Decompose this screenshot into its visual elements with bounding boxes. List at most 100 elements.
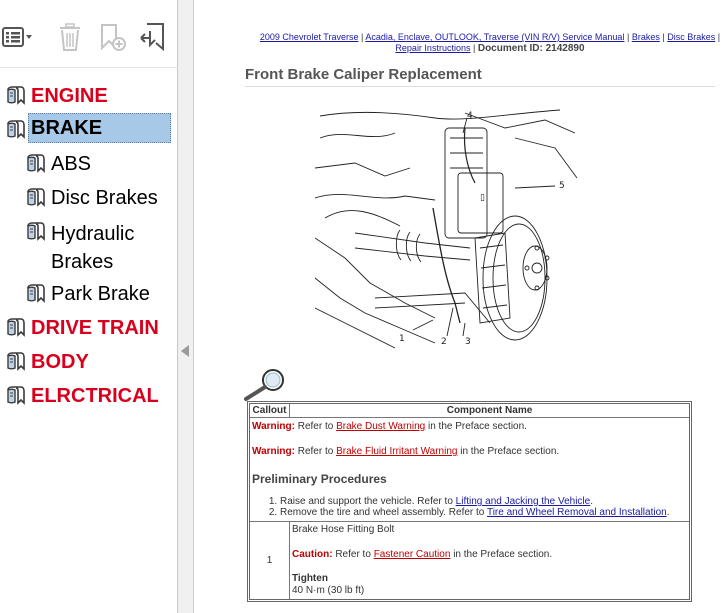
caution-label: Caution:: [292, 549, 333, 560]
trash-icon: [57, 22, 83, 57]
warning-label: Warning:: [252, 446, 295, 457]
bookmark-label-line2: Brakes: [51, 251, 114, 273]
warning-text: in the Preface section.: [428, 421, 527, 432]
new-bookmark-button[interactable]: [94, 22, 130, 56]
callout-4: 4: [467, 111, 473, 121]
crumb-separator: |: [360, 32, 364, 42]
caution-line: Caution: Refer to Fastener Caution in th…: [292, 549, 686, 561]
table-header-row: Callout Component Name: [250, 404, 689, 418]
bookmark-label: BRAKE: [31, 116, 103, 139]
step-text: Remove the tire and wheel assembly. Refe…: [280, 507, 485, 518]
bookmark-label: Park Brake: [51, 282, 150, 305]
table-row: 1 Brake Hose Fitting Bolt Caution: Refer…: [250, 522, 689, 599]
bookmark-icon: [5, 120, 25, 140]
step-end: .: [590, 496, 593, 507]
bookmark-icon: [5, 86, 25, 106]
crumb-manual-link[interactable]: Acadia, Enclave, OUTLOOK, Traverse (VIN …: [365, 32, 624, 42]
bookmark-icon: [25, 154, 45, 174]
column-header-callout: Callout: [250, 404, 290, 417]
list-item: Raise and support the vehicle. Refer to …: [280, 496, 686, 507]
collapse-arrow-icon[interactable]: [181, 345, 189, 357]
crumb-separator: |: [626, 32, 630, 42]
preliminary-heading: Preliminary Procedures: [252, 472, 387, 486]
options-list-icon: [1, 25, 35, 54]
warning-brake-fluid: Warning: Refer to Brake Fluid Irritant W…: [252, 446, 686, 458]
bookmarks-panel: ENGINE BRAKE ABS Disc Brakes Hydraulic B…: [0, 0, 178, 613]
preliminary-steps: Raise and support the vehicle. Refer to …: [280, 496, 686, 518]
bookmark-icon: [5, 386, 25, 406]
bookmark-brake-icon-cell: [0, 115, 28, 145]
bookmark-label-line1: Hydraulic: [51, 223, 135, 245]
tighten-value: 40 N·m (30 lb ft): [292, 585, 365, 596]
crumb-repair-link[interactable]: Repair Instructions: [395, 43, 470, 53]
column-header-component: Component Name: [446, 405, 533, 416]
bookmark-add-icon: [97, 22, 127, 57]
bookmark-engine[interactable]: ENGINE: [0, 81, 178, 111]
warning-label: Warning:: [252, 421, 295, 432]
svg-text:▯: ▯: [480, 193, 485, 203]
callout-5: 5: [559, 181, 565, 191]
document-page: 2009 Chevrolet Traverse | Acadia, Enclav…: [195, 0, 725, 613]
bookmark-label: ELRCTRICAL: [31, 384, 159, 407]
title-divider: [245, 86, 715, 87]
bookmark-icon: [25, 222, 45, 242]
crumb-brakes-link[interactable]: Brakes: [632, 32, 660, 42]
bookmark-icon: [25, 284, 45, 304]
bookmark-brake[interactable]: BRAKE: [28, 113, 171, 143]
component-cell: Brake Hose Fitting Bolt Caution: Refer t…: [290, 522, 689, 599]
bookmark-label: ABS: [51, 152, 92, 175]
zoom-image-button[interactable]: [243, 368, 287, 402]
breadcrumb: 2009 Chevrolet Traverse | Acadia, Enclav…: [255, 32, 725, 54]
crumb-vehicle-link[interactable]: 2009 Chevrolet Traverse: [260, 32, 359, 42]
preliminary-cell: Warning: Refer to Brake Dust Warning in …: [250, 418, 689, 522]
bookmark-label: Hydraulic Brakes: [51, 220, 134, 276]
bookmark-disc-brakes[interactable]: Disc Brakes: [0, 183, 178, 213]
brake-fluid-warning-link[interactable]: Brake Fluid Irritant Warning: [336, 446, 457, 457]
caution-text: Refer to: [335, 549, 371, 560]
bookmark-hydraulic-brakes[interactable]: Hydraulic Brakes: [0, 217, 178, 275]
bookmark-abs[interactable]: ABS: [0, 149, 178, 179]
lifting-jacking-link[interactable]: Lifting and Jacking the Vehicle: [456, 496, 591, 507]
tighten-label: Tighten: [292, 573, 328, 584]
bookmark-icon: [25, 188, 45, 208]
brake-caliper-diagram: ▯ 1 2 3 4 5: [314, 108, 580, 353]
list-item: Remove the tire and wheel assembly. Refe…: [280, 507, 686, 518]
bookmark-body[interactable]: BODY: [0, 347, 178, 377]
warning-brake-dust: Warning: Refer to Brake Dust Warning in …: [252, 421, 686, 433]
panel-collapse-bar[interactable]: [178, 0, 194, 613]
bookmark-label: BODY: [31, 350, 89, 373]
bookmark-label: ENGINE: [31, 84, 108, 107]
callout-1: 1: [399, 334, 405, 344]
warning-text: Refer to: [297, 446, 334, 457]
crumb-disc-brakes-link[interactable]: Disc Brakes: [667, 32, 715, 42]
bookmark-icon: [5, 318, 25, 338]
bookmark-label: DRIVE TRAIN: [31, 316, 159, 339]
bookmark-drive-train[interactable]: DRIVE TRAIN: [0, 313, 178, 343]
procedure-table: Callout Component Name Warning: Refer to…: [247, 401, 692, 602]
crumb-separator: |: [662, 32, 665, 42]
bookmark-label: Disc Brakes: [51, 186, 158, 209]
callout-2: 2: [441, 337, 447, 347]
bookmark-electrical[interactable]: ELRCTRICAL: [0, 381, 178, 411]
document-id: Document ID: 2142890: [477, 43, 585, 54]
delete-bookmark-button[interactable]: [52, 22, 88, 56]
callout-number: 1: [250, 522, 290, 599]
step-text: Raise and support the vehicle. Refer to: [280, 496, 453, 507]
tire-wheel-link[interactable]: Tire and Wheel Removal and Installation: [487, 507, 667, 518]
page-title: Front Brake Caliper Replacement: [245, 66, 482, 83]
bookmark-park-brake[interactable]: Park Brake: [0, 279, 178, 309]
warning-text: Refer to: [297, 421, 334, 432]
warning-text: in the Preface section.: [460, 446, 560, 457]
expand-bookmark-button[interactable]: [135, 22, 171, 56]
brake-dust-warning-link[interactable]: Brake Dust Warning: [336, 421, 425, 432]
bookmarks-toolbar: [0, 0, 178, 68]
options-button[interactable]: [0, 22, 36, 56]
fastener-caution-link[interactable]: Fastener Caution: [374, 549, 451, 560]
step-end: .: [666, 507, 670, 518]
callout-3: 3: [465, 337, 471, 347]
component-name: Brake Hose Fitting Bolt: [292, 524, 395, 535]
bookmark-expand-icon: [138, 21, 168, 58]
bookmark-icon: [5, 352, 25, 372]
crumb-separator: |: [717, 32, 721, 42]
crumb-separator: |: [472, 43, 476, 53]
